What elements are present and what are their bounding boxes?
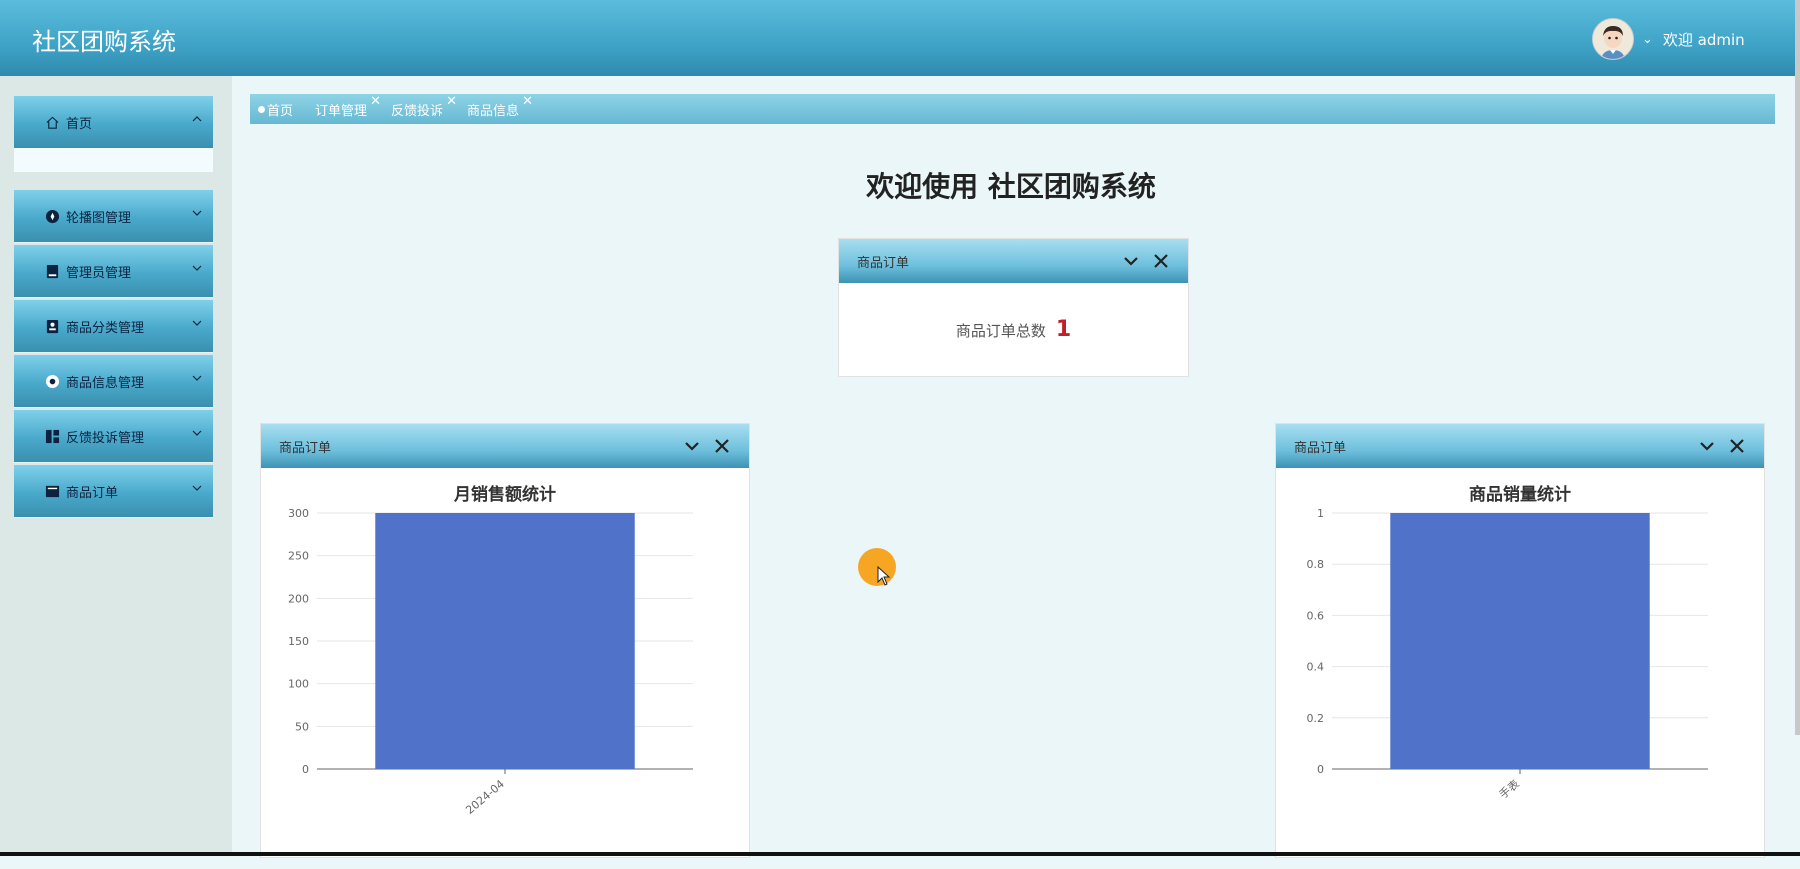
order-count-row: 商品订单总数 1 (839, 317, 1188, 342)
sidebar-item-label: 商品分类管理 (66, 320, 145, 336)
y-tick-label: 250 (288, 550, 309, 563)
tab-order-management[interactable]: 订单管理 ✕ (315, 94, 381, 119)
tab-goods-info[interactable]: 商品信息 ✕ (467, 94, 533, 119)
welcome-user: 欢迎 admin (1662, 30, 1745, 49)
close-icon[interactable] (713, 437, 731, 455)
collapse-icon[interactable] (1698, 437, 1716, 455)
user-menu[interactable]: ⌄ 欢迎 admin (1592, 18, 1745, 60)
close-icon[interactable] (1152, 252, 1170, 270)
chart-title: 商品销量统计 (1469, 485, 1571, 505)
sidebar-item-home[interactable]: 首页 (14, 96, 213, 148)
page-scrollbar[interactable] (1795, 0, 1800, 735)
chevron-down-icon (192, 375, 202, 381)
chevron-up-icon (192, 116, 202, 122)
collapse-icon[interactable] (683, 437, 701, 455)
chart-title: 月销售额统计 (454, 485, 556, 505)
y-tick-label: 1 (1317, 507, 1324, 520)
sidebar-item-feedback[interactable]: 反馈投诉管理 (14, 410, 213, 462)
app-title: 社区团购系统 (32, 28, 176, 56)
y-tick-label: 0.2 (1307, 712, 1325, 725)
count-value: 1 (1055, 317, 1072, 342)
panel-title: 商品订单 (857, 255, 910, 271)
tab-feedback[interactable]: 反馈投诉 ✕ (391, 94, 457, 119)
sidebar-item-label: 首页 (66, 116, 93, 132)
y-tick-label: 0.4 (1307, 661, 1325, 674)
order-count-panel: 商品订单 商品订单总数 1 (838, 238, 1189, 377)
close-icon[interactable] (1728, 437, 1746, 455)
y-tick-label: 150 (288, 635, 309, 648)
goods-sales-panel: 商品订单 商品销量统计 0 0.2 0.4 0.6 0.8 1 手表 (1275, 423, 1765, 858)
close-icon[interactable]: ✕ (370, 94, 381, 109)
category-icon (44, 318, 60, 334)
sidebar-item-label: 管理员管理 (66, 265, 132, 281)
carousel-icon (44, 208, 60, 224)
panel-header: 商品订单 (1276, 424, 1764, 468)
sidebar-item-orders[interactable]: 商品订单 (14, 465, 213, 517)
y-tick-label: 0 (302, 763, 309, 776)
sidebar-item-label: 轮播图管理 (66, 210, 132, 226)
tab-label: 首页 (267, 103, 294, 119)
bar (375, 513, 635, 769)
chevron-down-icon (192, 320, 202, 326)
panel-title: 商品订单 (279, 440, 332, 456)
y-tick-label: 0.8 (1307, 558, 1325, 571)
panel-title: 商品订单 (1294, 440, 1347, 456)
bar (1390, 513, 1650, 769)
tab-home[interactable]: 首页 (250, 100, 293, 119)
top-header: 社区团购系统 ⌄ 欢迎 admin (0, 0, 1800, 76)
window-bottom-edge (0, 852, 1800, 856)
sidebar-item-label: 商品信息管理 (66, 375, 145, 391)
tab-label: 商品信息 (467, 103, 520, 119)
monthly-sales-panel: 商品订单 月销售额统计 0 50 100 150 200 250 300 2024-04 (260, 423, 750, 858)
feedback-icon (44, 428, 60, 444)
count-label: 商品订单总数 (955, 322, 1046, 340)
y-tick-label: 0 (1317, 763, 1324, 776)
close-icon[interactable]: ✕ (522, 94, 533, 109)
monthly-sales-chart: 0 50 100 150 200 250 300 2024-04 (288, 507, 693, 817)
admin-icon (44, 263, 60, 279)
tab-label: 订单管理 (315, 103, 368, 119)
sidebar-item-label: 反馈投诉管理 (66, 430, 145, 446)
chevron-down-icon[interactable]: ⌄ (1642, 32, 1653, 47)
avatar-icon (1593, 19, 1633, 59)
avatar[interactable] (1592, 18, 1634, 60)
y-tick-label: 100 (288, 678, 309, 691)
mouse-cursor-icon (877, 566, 891, 586)
sidebar-item-category[interactable]: 商品分类管理 (14, 300, 213, 352)
y-tick-label: 300 (288, 507, 309, 520)
collapse-icon[interactable] (1122, 252, 1140, 270)
goods-sales-chart: 0 0.2 0.4 0.6 0.8 1 手表 (1307, 507, 1708, 802)
tab-bar: 首页 订单管理 ✕ 反馈投诉 ✕ 商品信息 ✕ (250, 94, 1775, 124)
chevron-down-icon (192, 485, 202, 491)
y-tick-label: 0.6 (1307, 609, 1325, 622)
chevron-down-icon (192, 265, 202, 271)
x-tick-label: 2024-04 (463, 777, 507, 817)
page-title: 欢迎使用 社区团购系统 (866, 170, 1156, 203)
chevron-down-icon (192, 430, 202, 436)
active-dot-icon (258, 105, 265, 113)
chevron-down-icon (192, 210, 202, 216)
home-icon (44, 114, 60, 130)
y-tick-label: 50 (295, 720, 309, 733)
y-tick-label: 200 (288, 592, 309, 605)
goods-info-icon (44, 373, 60, 389)
tab-label: 反馈投诉 (391, 103, 444, 119)
sidebar-item-admin[interactable]: 管理员管理 (14, 245, 213, 297)
order-icon (44, 483, 60, 499)
close-icon[interactable]: ✕ (446, 94, 457, 109)
sidebar-item-goods-info[interactable]: 商品信息管理 (14, 355, 213, 407)
panel-header: 商品订单 (839, 239, 1188, 283)
sidebar-item-label: 商品订单 (66, 485, 119, 501)
panel-header: 商品订单 (261, 424, 749, 468)
x-tick-label: 手表 (1496, 777, 1522, 802)
